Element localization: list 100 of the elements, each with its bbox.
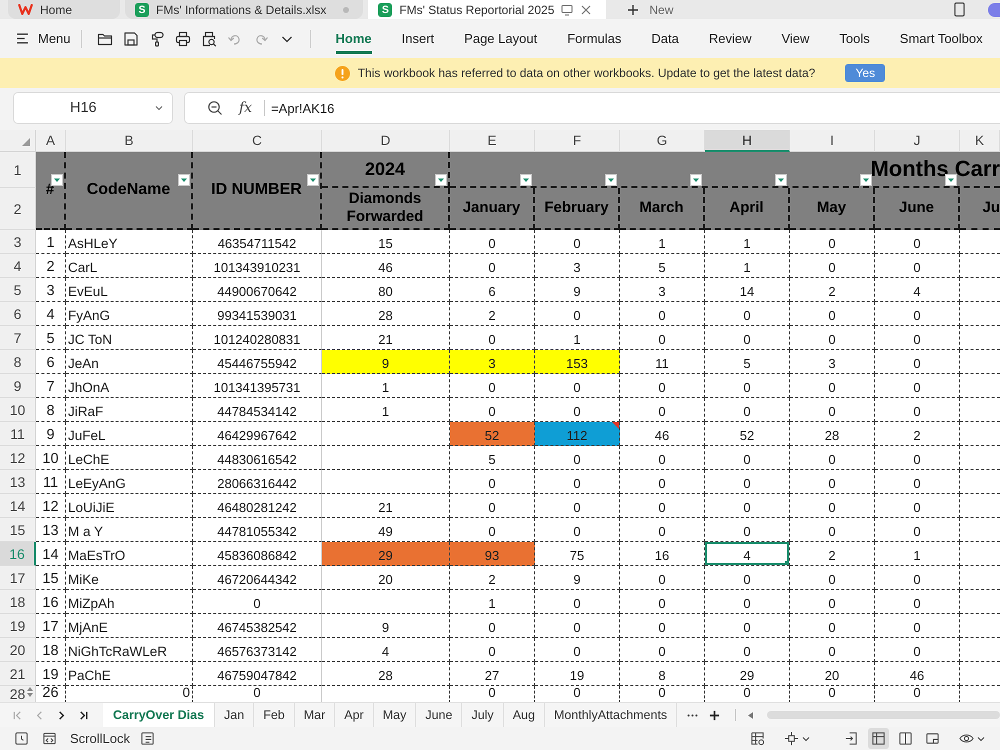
filter-dropdown-icon[interactable] — [860, 174, 872, 186]
ribbon-tab[interactable]: Insert — [386, 24, 450, 54]
next-sheet-icon[interactable] — [56, 710, 67, 720]
column-header[interactable]: H — [705, 130, 790, 152]
print-preview-icon[interactable] — [200, 30, 217, 46]
filter-dropdown-icon[interactable] — [178, 174, 190, 186]
table-cell: 14 — [36, 542, 66, 566]
row-header[interactable]: 12 — [0, 446, 36, 470]
table-cell: 0 — [450, 254, 535, 278]
scroll-lock-label[interactable]: ScrollLock — [70, 731, 130, 746]
crosshair-icon[interactable] — [784, 731, 799, 746]
save-icon[interactable] — [122, 30, 139, 46]
row-header[interactable]: 5 — [0, 278, 36, 302]
ribbon-tab[interactable]: Smart Toolbox — [884, 24, 998, 54]
table-cell: 15 — [322, 230, 450, 254]
table-cell: 0 — [535, 398, 620, 422]
row-header[interactable]: 20 — [0, 638, 36, 662]
table-cell: 2 — [875, 422, 960, 446]
row-header[interactable]: 17 — [0, 566, 36, 590]
table-cell: 0 — [790, 638, 875, 662]
table-cell: 0 — [620, 398, 705, 422]
row-header[interactable]: 13 — [0, 470, 36, 494]
sheet-tab[interactable]: CarryOver Dias — [103, 703, 216, 727]
table-cell: 0 — [790, 470, 875, 494]
column-header[interactable]: C — [193, 130, 322, 152]
row-header[interactable]: 21 — [0, 662, 36, 686]
row-header[interactable]: 15 — [0, 518, 36, 542]
triangle-icon — [22, 138, 30, 146]
ribbon-tab[interactable]: Formulas — [552, 24, 636, 54]
ribbon-tab[interactable]: Page Layout — [449, 24, 552, 54]
row-header[interactable]: 19 — [0, 614, 36, 638]
table-cell: 46354711542 — [193, 230, 322, 254]
zoom-out-icon[interactable] — [207, 100, 223, 116]
row-header[interactable]: 10 — [0, 398, 36, 422]
table-cell: 0 — [790, 446, 875, 470]
grid-view-icon[interactable] — [868, 728, 889, 749]
tablet-icon[interactable] — [954, 2, 965, 17]
row-header[interactable]: 11 — [0, 422, 36, 446]
table-cell: 0 — [705, 326, 790, 350]
table-cell: 46576373142 — [193, 638, 322, 662]
table-cell: 0 — [450, 518, 535, 542]
up-down-arrows-icon[interactable] — [27, 687, 33, 697]
table-cell: 10 — [36, 446, 66, 470]
table-cell: 4 — [322, 638, 450, 662]
filter-dropdown-icon[interactable] — [520, 174, 532, 186]
insert-function-button[interactable]: fx — [239, 100, 252, 116]
row-header[interactable]: 28 — [0, 686, 36, 702]
table-cell: 20 — [790, 662, 875, 686]
row-header[interactable]: 4 — [0, 254, 36, 278]
document-tab[interactable]: S FMs' Informations & Details.xlsx — [125, 0, 364, 19]
scroll-left-icon[interactable] — [748, 712, 754, 718]
monitor-icon[interactable] — [561, 4, 574, 16]
row-header[interactable]: 6 — [0, 302, 36, 326]
table-icon[interactable] — [750, 731, 765, 746]
row-header[interactable]: 18 — [0, 590, 36, 614]
filter-dropdown-icon[interactable] — [307, 174, 319, 186]
row-header[interactable]: 7 — [0, 326, 36, 350]
formula-field[interactable]: =Apr!AK16 — [271, 100, 334, 116]
table-cell: 14 — [705, 278, 790, 302]
name-box[interactable]: H16 — [13, 92, 173, 124]
filter-dropdown-icon[interactable] — [435, 174, 447, 186]
close-icon[interactable] — [580, 4, 592, 16]
ribbon-tab[interactable]: Data — [636, 24, 694, 54]
table-cell: 11 — [36, 470, 66, 494]
table-cell: 0 — [705, 566, 790, 590]
filter-dropdown-icon[interactable] — [605, 174, 617, 186]
column-header[interactable]: A — [36, 130, 66, 152]
column-header[interactable]: B — [66, 130, 193, 152]
row-header[interactable]: 9 — [0, 374, 36, 398]
add-sheet-icon[interactable] — [709, 710, 720, 720]
column-header[interactable]: E — [450, 130, 535, 152]
row-header[interactable]: 2 — [0, 188, 36, 230]
column-header[interactable]: K — [960, 130, 1000, 152]
column-header[interactable]: I — [790, 130, 875, 152]
table-cell: 21 — [322, 326, 450, 350]
document-tab[interactable]: S FMs' Status Reportorial 2025 — [368, 0, 606, 19]
menu-button[interactable]: Menu — [16, 31, 71, 46]
table-cell: 153 — [535, 350, 620, 374]
row-header[interactable]: 8 — [0, 350, 36, 374]
row-header[interactable]: 3 — [0, 230, 36, 254]
document-tab[interactable]: Home — [8, 0, 120, 19]
column-header[interactable]: D — [322, 130, 450, 152]
last-sheet-icon[interactable] — [78, 710, 89, 720]
filter-dropdown-icon[interactable] — [775, 174, 787, 186]
ribbon-tab[interactable]: View — [766, 24, 824, 54]
new-tab-button[interactable]: New — [627, 0, 674, 19]
ribbon-tab[interactable]: Review — [694, 24, 766, 54]
column-header[interactable]: G — [620, 130, 705, 152]
row-header[interactable]: 14 — [0, 494, 36, 518]
column-header[interactable]: F — [535, 130, 620, 152]
clock-icon[interactable] — [14, 731, 29, 746]
horizontal-scrollbar[interactable] — [767, 711, 1000, 719]
printer-icon[interactable] — [174, 30, 191, 46]
table-cell: 0 — [875, 590, 960, 614]
column-header[interactable]: J — [875, 130, 960, 152]
code-window-icon[interactable] — [42, 731, 57, 746]
list-icon[interactable] — [140, 731, 155, 746]
row-header[interactable]: 1 — [0, 152, 36, 188]
filter-dropdown-icon[interactable] — [690, 174, 702, 186]
ribbon-tab[interactable]: Tools — [824, 24, 885, 54]
